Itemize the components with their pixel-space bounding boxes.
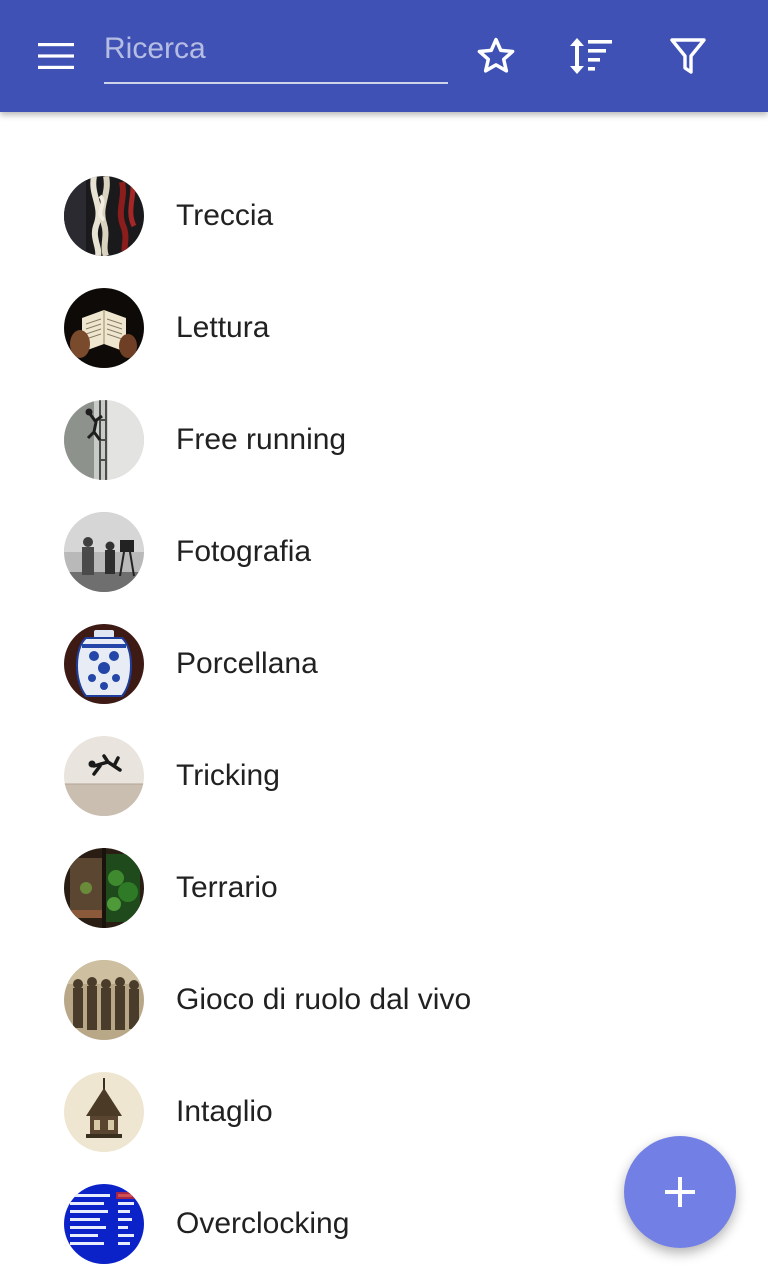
list-item[interactable]: Treccia [0, 160, 768, 272]
favorites-button[interactable] [464, 24, 528, 88]
climber-on-scaffold-thumbnail [64, 400, 144, 480]
item-label: Lettura [176, 311, 270, 344]
item-label: Terrario [176, 871, 278, 904]
item-label: Treccia [176, 199, 274, 232]
list-item[interactable]: Free running [0, 384, 768, 496]
item-label: Gioco di ruolo dal vivo [176, 983, 472, 1016]
sort-icon [570, 38, 612, 74]
avatar [64, 288, 144, 368]
blue-white-jar-thumbnail [64, 624, 144, 704]
vintage-photographers-thumbnail [64, 512, 144, 592]
carved-pagoda-thumbnail [64, 1072, 144, 1152]
avatar [64, 400, 144, 480]
item-label: Intaglio [176, 1095, 273, 1128]
glass-terrarium-thumbnail [64, 848, 144, 928]
hamburger-menu-icon [38, 43, 74, 69]
list-item[interactable]: Gioco di ruolo dal vivo [0, 944, 768, 1056]
search-input[interactable] [104, 22, 448, 76]
avatar [64, 848, 144, 928]
star-outline-icon [477, 37, 515, 73]
filter-icon [670, 38, 706, 74]
list-item[interactable]: Porcellana [0, 608, 768, 720]
flipping-athlete-thumbnail [64, 736, 144, 816]
list-item[interactable]: Lettura [0, 272, 768, 384]
list-item[interactable]: Tricking [0, 720, 768, 832]
menu-button[interactable] [22, 24, 90, 88]
avatar [64, 512, 144, 592]
add-button[interactable] [624, 1136, 736, 1248]
app-bar [0, 0, 768, 112]
item-label: Overclocking [176, 1207, 350, 1240]
hobby-list: Treccia Lettura Free running Fotografia … [0, 160, 768, 1280]
avatar [64, 960, 144, 1040]
open-book-thumbnail [64, 288, 144, 368]
avatar [64, 736, 144, 816]
search-field [104, 22, 448, 84]
filter-button[interactable] [656, 24, 720, 88]
avatar [64, 1072, 144, 1152]
avatar [64, 1184, 144, 1264]
bios-screen-thumbnail [64, 1184, 144, 1264]
rope-braids-thumbnail [64, 176, 144, 256]
list-item[interactable]: Fotografia [0, 496, 768, 608]
list-item[interactable]: Terrario [0, 832, 768, 944]
item-label: Tricking [176, 759, 280, 792]
item-label: Fotografia [176, 535, 312, 568]
avatar [64, 624, 144, 704]
avatar [64, 176, 144, 256]
plus-icon [665, 1177, 695, 1207]
item-label: Free running [176, 423, 347, 456]
item-label: Porcellana [176, 647, 318, 680]
sort-button[interactable] [559, 24, 623, 88]
costumed-group-thumbnail [64, 960, 144, 1040]
